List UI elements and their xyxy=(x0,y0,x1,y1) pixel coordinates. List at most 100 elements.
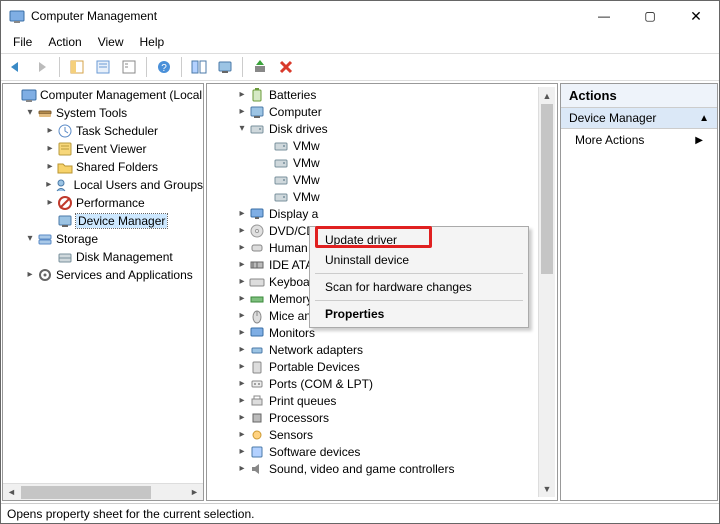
more-actions[interactable]: More Actions ▶ xyxy=(561,129,717,151)
tree-item-icon xyxy=(57,159,73,175)
device-item-icon xyxy=(249,376,265,392)
show-hide-tree-button[interactable] xyxy=(66,56,88,78)
context-menu-item[interactable]: Scan for hardware changes xyxy=(313,277,525,297)
tree-item-icon xyxy=(57,213,73,229)
device-item-icon xyxy=(273,189,289,205)
properties-button[interactable] xyxy=(92,56,114,78)
tree-item-label: Disk Management xyxy=(76,250,173,264)
console-tree-pane: Computer Management (Local▾System Tools▸… xyxy=(2,83,204,501)
tree-item[interactable]: ▸Shared Folders xyxy=(3,158,203,176)
scan-hardware-button[interactable] xyxy=(214,56,236,78)
scroll-thumb[interactable] xyxy=(21,486,151,499)
minimize-button[interactable]: — xyxy=(581,1,627,31)
device-item[interactable]: ▸Sensors xyxy=(209,426,549,443)
device-item-label: Portable Devices xyxy=(269,360,360,374)
tree-item-icon xyxy=(57,141,73,157)
tree-item-icon xyxy=(55,177,71,193)
device-item[interactable]: ▸Network adapters xyxy=(209,341,549,358)
device-item[interactable]: VMw xyxy=(209,137,549,154)
more-actions-label: More Actions xyxy=(575,133,644,147)
tree-item[interactable]: ▾System Tools xyxy=(3,104,203,122)
device-item-icon xyxy=(249,342,265,358)
device-item-label: Disk drives xyxy=(269,122,328,136)
tree-item-label: Computer Management (Local xyxy=(40,88,202,102)
device-item[interactable]: ▾Disk drives xyxy=(209,120,549,137)
actions-header: Actions xyxy=(561,84,717,108)
actions-pane: Actions Device Manager ▲ More Actions ▶ xyxy=(560,83,718,501)
window-controls: — ▢ ✕ xyxy=(581,1,719,31)
tree-item[interactable]: ▸Task Scheduler xyxy=(3,122,203,140)
update-driver-button[interactable] xyxy=(249,56,271,78)
device-item[interactable]: ▸Portable Devices xyxy=(209,358,549,375)
device-item-label: Processors xyxy=(269,411,329,425)
vertical-scrollbar[interactable]: ▲ ▼ xyxy=(538,87,555,497)
menu-action[interactable]: Action xyxy=(40,33,89,51)
scroll-left-icon[interactable]: ◄ xyxy=(3,487,20,497)
collapse-icon: ▲ xyxy=(699,113,709,124)
tree-item-icon xyxy=(57,123,73,139)
device-item-icon xyxy=(249,274,265,290)
device-item[interactable]: VMw xyxy=(209,188,549,205)
separator-icon xyxy=(242,57,243,77)
device-item-label: Display a xyxy=(269,207,318,221)
device-item-label: Print queues xyxy=(269,394,336,408)
separator xyxy=(315,273,523,274)
device-item[interactable]: ▸Computer xyxy=(209,103,549,120)
device-item-label: VMw xyxy=(293,173,320,187)
device-item[interactable]: ▸Software devices xyxy=(209,443,549,460)
console-tree[interactable]: Computer Management (Local▾System Tools▸… xyxy=(3,84,203,483)
tree-item[interactable]: ▸Services and Applications xyxy=(3,266,203,284)
device-item-icon xyxy=(249,87,265,103)
horizontal-scrollbar[interactable]: ◄ ► xyxy=(3,483,203,500)
device-item-icon xyxy=(249,240,265,256)
device-item[interactable]: ▸Ports (COM & LPT) xyxy=(209,375,549,392)
device-item[interactable]: ▸Print queues xyxy=(209,392,549,409)
tree-item-label: Task Scheduler xyxy=(76,124,158,138)
device-item-label: Batteries xyxy=(269,88,316,102)
view-mode-button[interactable] xyxy=(188,56,210,78)
scroll-up-icon[interactable]: ▲ xyxy=(539,87,555,104)
scroll-thumb[interactable] xyxy=(541,104,553,274)
device-item-label: Ports (COM & LPT) xyxy=(269,377,373,391)
device-item-label: Software devices xyxy=(269,445,360,459)
menu-file[interactable]: File xyxy=(5,33,40,51)
device-item[interactable]: ▸Processors xyxy=(209,409,549,426)
context-menu-item[interactable]: Update driver xyxy=(313,230,525,250)
device-item-icon xyxy=(249,291,265,307)
menu-view[interactable]: View xyxy=(90,33,132,51)
context-menu-item[interactable]: Uninstall device xyxy=(313,250,525,270)
toolbar: ? xyxy=(1,53,719,81)
separator-icon xyxy=(59,57,60,77)
menu-help[interactable]: Help xyxy=(132,33,173,51)
tree-item[interactable]: ▸Local Users and Groups xyxy=(3,176,203,194)
tree-item[interactable]: ▸Performance xyxy=(3,194,203,212)
actions-context[interactable]: Device Manager ▲ xyxy=(561,108,717,129)
tree-item-icon xyxy=(57,249,73,265)
tree-item[interactable]: ▾Storage xyxy=(3,230,203,248)
menubar: File Action View Help xyxy=(1,31,719,53)
maximize-button[interactable]: ▢ xyxy=(627,1,673,31)
tree-item[interactable]: Device Manager xyxy=(3,212,203,230)
context-menu-item[interactable]: Properties xyxy=(313,304,525,324)
device-item-icon xyxy=(249,104,265,120)
device-item-icon xyxy=(249,410,265,426)
tree-item[interactable]: ▸Event Viewer xyxy=(3,140,203,158)
statusbar: Opens property sheet for the current sel… xyxy=(1,503,719,523)
uninstall-button[interactable] xyxy=(275,56,297,78)
back-button[interactable] xyxy=(5,56,27,78)
list-button[interactable] xyxy=(118,56,140,78)
tree-item[interactable]: Computer Management (Local xyxy=(3,86,203,104)
tree-item[interactable]: Disk Management xyxy=(3,248,203,266)
tree-item-icon xyxy=(37,105,53,121)
device-item[interactable]: VMw xyxy=(209,154,549,171)
scroll-down-icon[interactable]: ▼ xyxy=(539,480,555,497)
forward-button[interactable] xyxy=(31,56,53,78)
device-item[interactable]: ▸Sound, video and game controllers xyxy=(209,460,549,477)
main-area: Computer Management (Local▾System Tools▸… xyxy=(1,81,719,503)
help-button[interactable]: ? xyxy=(153,56,175,78)
device-item[interactable]: VMw xyxy=(209,171,549,188)
device-item[interactable]: ▸Batteries xyxy=(209,86,549,103)
scroll-right-icon[interactable]: ► xyxy=(186,487,203,497)
close-button[interactable]: ✕ xyxy=(673,1,719,31)
device-item[interactable]: ▸Display a xyxy=(209,205,549,222)
